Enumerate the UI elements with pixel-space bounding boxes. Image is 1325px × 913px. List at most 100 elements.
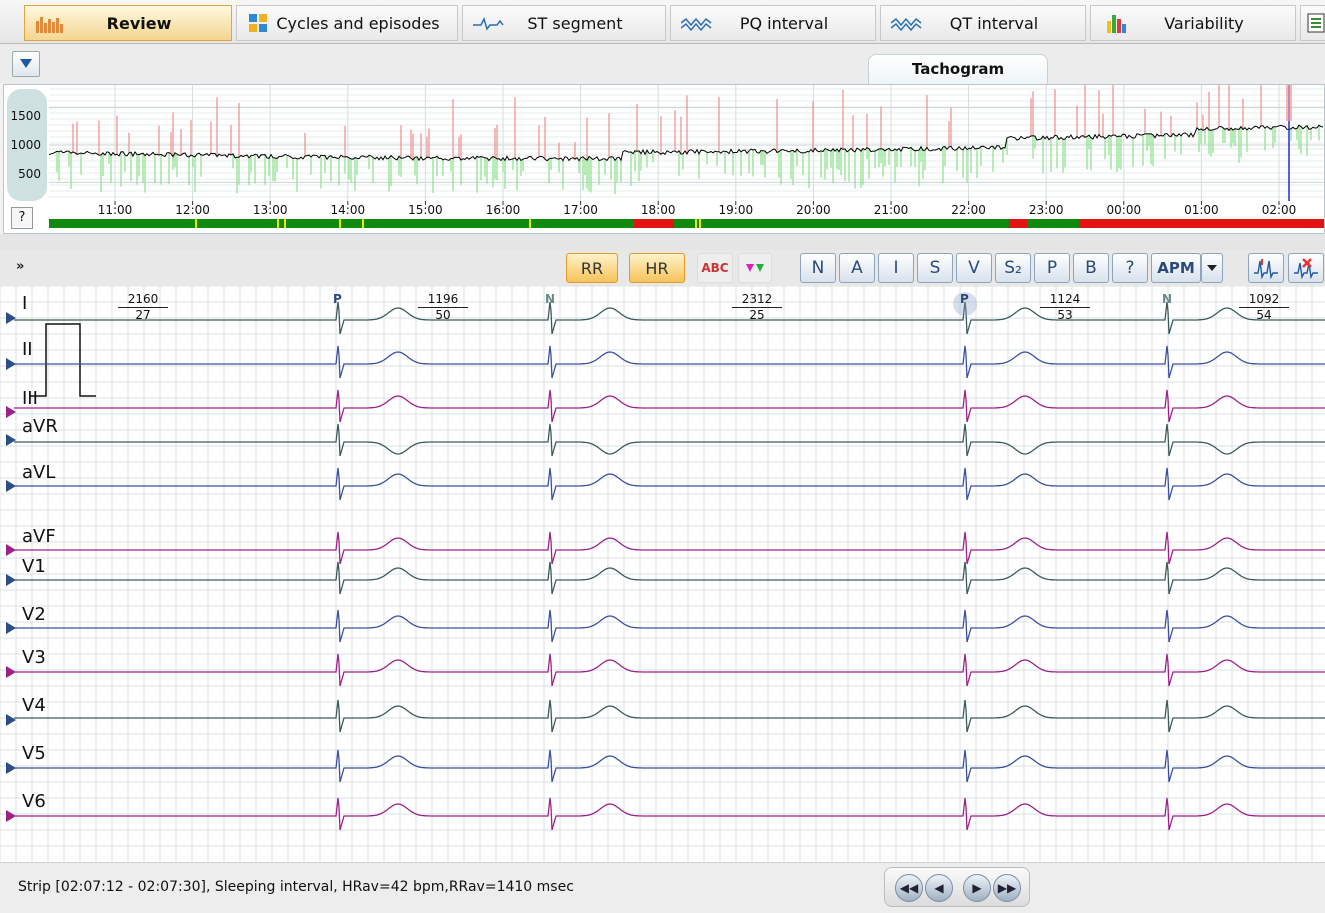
- tachogram-y-axis: 1500 1000 500: [7, 89, 47, 201]
- lead-trace: [14, 531, 1325, 565]
- lead-marker[interactable]: [6, 544, 16, 556]
- y-tick: 1000: [10, 138, 41, 152]
- class-button-s[interactable]: S: [917, 253, 953, 283]
- next-button[interactable]: ▶: [963, 874, 991, 902]
- beat-label[interactable]: P: [960, 292, 969, 306]
- class-button-a[interactable]: A: [839, 253, 875, 283]
- report-icon: [1307, 13, 1325, 33]
- ecg-waveform-chart[interactable]: [0, 286, 1325, 862]
- apm-dropdown-button[interactable]: [1201, 253, 1223, 283]
- lead-marker[interactable]: [6, 622, 16, 634]
- episode-marker: [277, 219, 279, 228]
- beat-label[interactable]: N: [1162, 292, 1172, 306]
- rr-interval-label: 2160 27: [118, 292, 168, 322]
- tab-qt-label: QT interval: [949, 13, 1039, 33]
- chevron-down-icon: [1207, 265, 1217, 271]
- tachogram-help-button[interactable]: ?: [11, 207, 33, 229]
- lead-label-i: I: [22, 293, 28, 314]
- x-tick-label: 11:00: [98, 203, 133, 217]
- class-button-p[interactable]: P: [1034, 253, 1070, 283]
- lead-label-v3: V3: [22, 647, 46, 668]
- class-button-s2[interactable]: S₂: [995, 253, 1031, 283]
- episode-marker: [195, 219, 197, 228]
- navigation-pad: ◀◀ ◀ ▶ ▶▶: [884, 867, 1030, 907]
- fast-forward-button[interactable]: ▶▶: [993, 874, 1021, 902]
- x-tick-label: 17:00: [563, 203, 598, 217]
- x-tick-label: 20:00: [796, 203, 831, 217]
- class-button-i[interactable]: I: [878, 253, 914, 283]
- episode-marker: [284, 219, 286, 228]
- rr-button[interactable]: RR: [566, 253, 618, 283]
- lead-marker[interactable]: [6, 480, 16, 492]
- hr-button[interactable]: HR: [629, 253, 685, 283]
- add-beat-button[interactable]: [1248, 253, 1284, 283]
- panel-separator: [0, 234, 1325, 250]
- tachogram-chart[interactable]: 11:00 12:00 13:00 14:00 15:00 16:00 17:00 18:00…: [49, 85, 1324, 235]
- lead-trace: [14, 423, 1325, 457]
- tab-qt-interval[interactable]: QT interval: [880, 5, 1086, 41]
- x-tick-label: 13:00: [253, 203, 288, 217]
- beat-label[interactable]: P: [333, 292, 342, 306]
- lead-marker[interactable]: [6, 810, 16, 822]
- delete-beat-button[interactable]: [1288, 253, 1324, 283]
- tachogram-panel[interactable]: 1500 1000 500 ? 11:00 12:00 13:00 14:00 15:0…: [3, 84, 1325, 234]
- lead-marker[interactable]: [6, 406, 16, 418]
- lead-label-v2: V2: [22, 604, 46, 625]
- x-tick-label: 14:00: [331, 203, 366, 217]
- class-button-n[interactable]: N: [800, 253, 836, 283]
- triangle-down-icon: [20, 59, 32, 68]
- lead-label-avl: aVL: [22, 462, 56, 483]
- class-button-unknown[interactable]: ?: [1112, 253, 1148, 283]
- previous-button[interactable]: ◀: [925, 874, 953, 902]
- lead-marker[interactable]: [6, 762, 16, 774]
- x-tick-label: 00:00: [1107, 203, 1142, 217]
- expand-icon[interactable]: »: [16, 259, 24, 274]
- tab-pq-interval[interactable]: PQ interval: [670, 5, 876, 41]
- tab-cycles-and-episodes[interactable]: Cycles and episodes: [236, 5, 458, 41]
- apm-button[interactable]: APM: [1151, 253, 1201, 283]
- rr-interval-label: 1092 54: [1239, 292, 1289, 322]
- tab-variability[interactable]: Variability: [1090, 5, 1296, 41]
- tab-tachogram[interactable]: Tachogram: [868, 54, 1048, 84]
- episode-marker: [339, 219, 341, 228]
- lead-trace: [14, 561, 1325, 595]
- color-triangles-icon: [746, 264, 764, 272]
- color-markers-button[interactable]: [738, 253, 772, 283]
- x-tick-label: 12:00: [175, 203, 210, 217]
- lead-marker[interactable]: [6, 434, 16, 446]
- previous-icon: ◀: [934, 881, 944, 895]
- lead-trace: [14, 609, 1325, 643]
- class-button-b[interactable]: B: [1073, 253, 1109, 283]
- x-tick-label: 19:00: [719, 203, 754, 217]
- class-button-v[interactable]: V: [956, 253, 992, 283]
- episode-segment: [1009, 219, 1027, 228]
- lead-label-v6: V6: [22, 791, 46, 812]
- lead-label-v5: V5: [22, 743, 46, 764]
- lead-label-iii: III: [22, 388, 38, 409]
- lead-marker[interactable]: [6, 358, 16, 370]
- lead-marker[interactable]: [6, 666, 16, 678]
- rewind-button[interactable]: ◀◀: [895, 874, 923, 902]
- tab-report[interactable]: [1300, 5, 1325, 41]
- collapse-tachogram-button[interactable]: [12, 51, 40, 77]
- calibration-pulse: [30, 323, 96, 397]
- tab-review-label: Review: [106, 13, 172, 33]
- tachogram-header: Tachogram: [0, 44, 1325, 84]
- rr-interval-label: 1124 53: [1040, 292, 1090, 322]
- lead-marker[interactable]: [6, 312, 16, 324]
- lead-marker[interactable]: [6, 574, 16, 586]
- ecg-strip-panel[interactable]: I II III aVR aVL aVF V1 V2 V3 V4 V5 V6 P…: [0, 286, 1325, 862]
- lead-label-avr: aVR: [22, 416, 58, 437]
- tab-cycles-label: Cycles and episodes: [276, 13, 440, 33]
- tab-st-segment[interactable]: ST segment: [462, 5, 666, 41]
- episode-marker: [699, 219, 701, 228]
- tab-review[interactable]: Review: [24, 5, 232, 41]
- lead-trace: [14, 467, 1325, 501]
- rewind-icon: ◀◀: [899, 881, 919, 895]
- beat-label[interactable]: N: [545, 292, 555, 306]
- beat-spikes-icon: [1254, 259, 1278, 279]
- y-tick: 1500: [10, 109, 41, 123]
- rr-interval-label: 1196 50: [418, 292, 468, 322]
- lead-marker[interactable]: [6, 714, 16, 726]
- abc-label-button[interactable]: ABC: [697, 253, 733, 283]
